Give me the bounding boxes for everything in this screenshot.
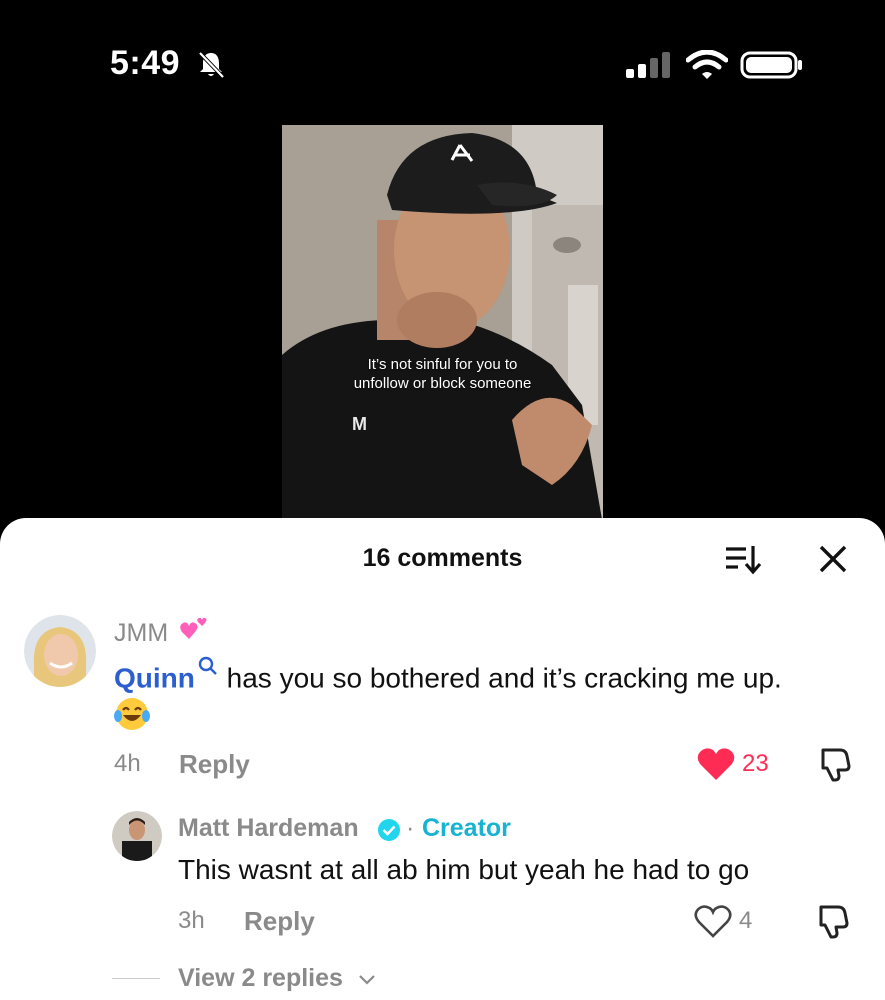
avatar-image bbox=[24, 615, 96, 687]
comment-body: has you so bothered and it’s cracking me… bbox=[218, 662, 782, 694]
laughing-tears-emoji-icon bbox=[114, 698, 150, 730]
dislike-icon[interactable] bbox=[818, 746, 852, 782]
status-bar: 5:49 bbox=[0, 0, 885, 120]
mention-link[interactable]: Quinn bbox=[114, 662, 195, 693]
reply-age: 3h bbox=[178, 907, 205, 934]
like-count: 23 bbox=[742, 750, 769, 777]
close-icon[interactable] bbox=[816, 542, 850, 576]
battery-icon bbox=[740, 51, 802, 79]
heart-outline-icon[interactable] bbox=[693, 903, 733, 939]
cellular-signal-icon bbox=[626, 52, 670, 78]
creator-badge: Creator bbox=[422, 814, 511, 842]
wifi-icon bbox=[686, 50, 728, 79]
pink-hearts-emoji-icon bbox=[180, 617, 207, 639]
comment-age: 4h bbox=[114, 750, 141, 777]
verified-badge-icon bbox=[378, 819, 400, 841]
avatar[interactable] bbox=[24, 615, 96, 687]
search-icon[interactable] bbox=[197, 655, 219, 677]
status-time: 5:49 bbox=[110, 44, 181, 82]
comment-text: Quinn has you so bothered and it’s crack… bbox=[114, 655, 874, 696]
divider bbox=[112, 978, 160, 979]
video-caption: It’s not sinful for you to unfollow or b… bbox=[282, 355, 603, 393]
video-player[interactable]: M It’s not sinful for you to unfollow or… bbox=[282, 125, 603, 525]
comment-username[interactable]: JMM bbox=[114, 619, 168, 648]
avatar[interactable] bbox=[112, 811, 162, 861]
separator-dot: · bbox=[406, 814, 415, 842]
svg-text:M: M bbox=[352, 414, 367, 434]
caption-line-1: It’s not sinful for you to bbox=[367, 356, 518, 373]
reply-username[interactable]: Matt Hardeman bbox=[178, 814, 359, 843]
dislike-icon[interactable] bbox=[816, 903, 850, 939]
caption-line-2: unfollow or block someone bbox=[353, 375, 532, 392]
reply-button[interactable]: Reply bbox=[179, 749, 250, 780]
reply-button[interactable]: Reply bbox=[244, 906, 315, 937]
reply-text: This wasnt at all ab him but yeah he had… bbox=[178, 854, 750, 885]
heart-filled-icon[interactable] bbox=[696, 746, 736, 782]
view-replies-button[interactable]: View 2 replies bbox=[178, 964, 343, 993]
bell-slash-icon bbox=[198, 51, 225, 79]
comments-sheet: 16 comments JMM Quinn has you so bothere… bbox=[0, 518, 885, 1000]
video-frame-image: M bbox=[282, 125, 603, 525]
avatar-image bbox=[112, 811, 162, 861]
like-count: 4 bbox=[739, 907, 753, 934]
sort-icon[interactable] bbox=[722, 542, 762, 576]
chevron-down-icon[interactable] bbox=[357, 970, 377, 990]
